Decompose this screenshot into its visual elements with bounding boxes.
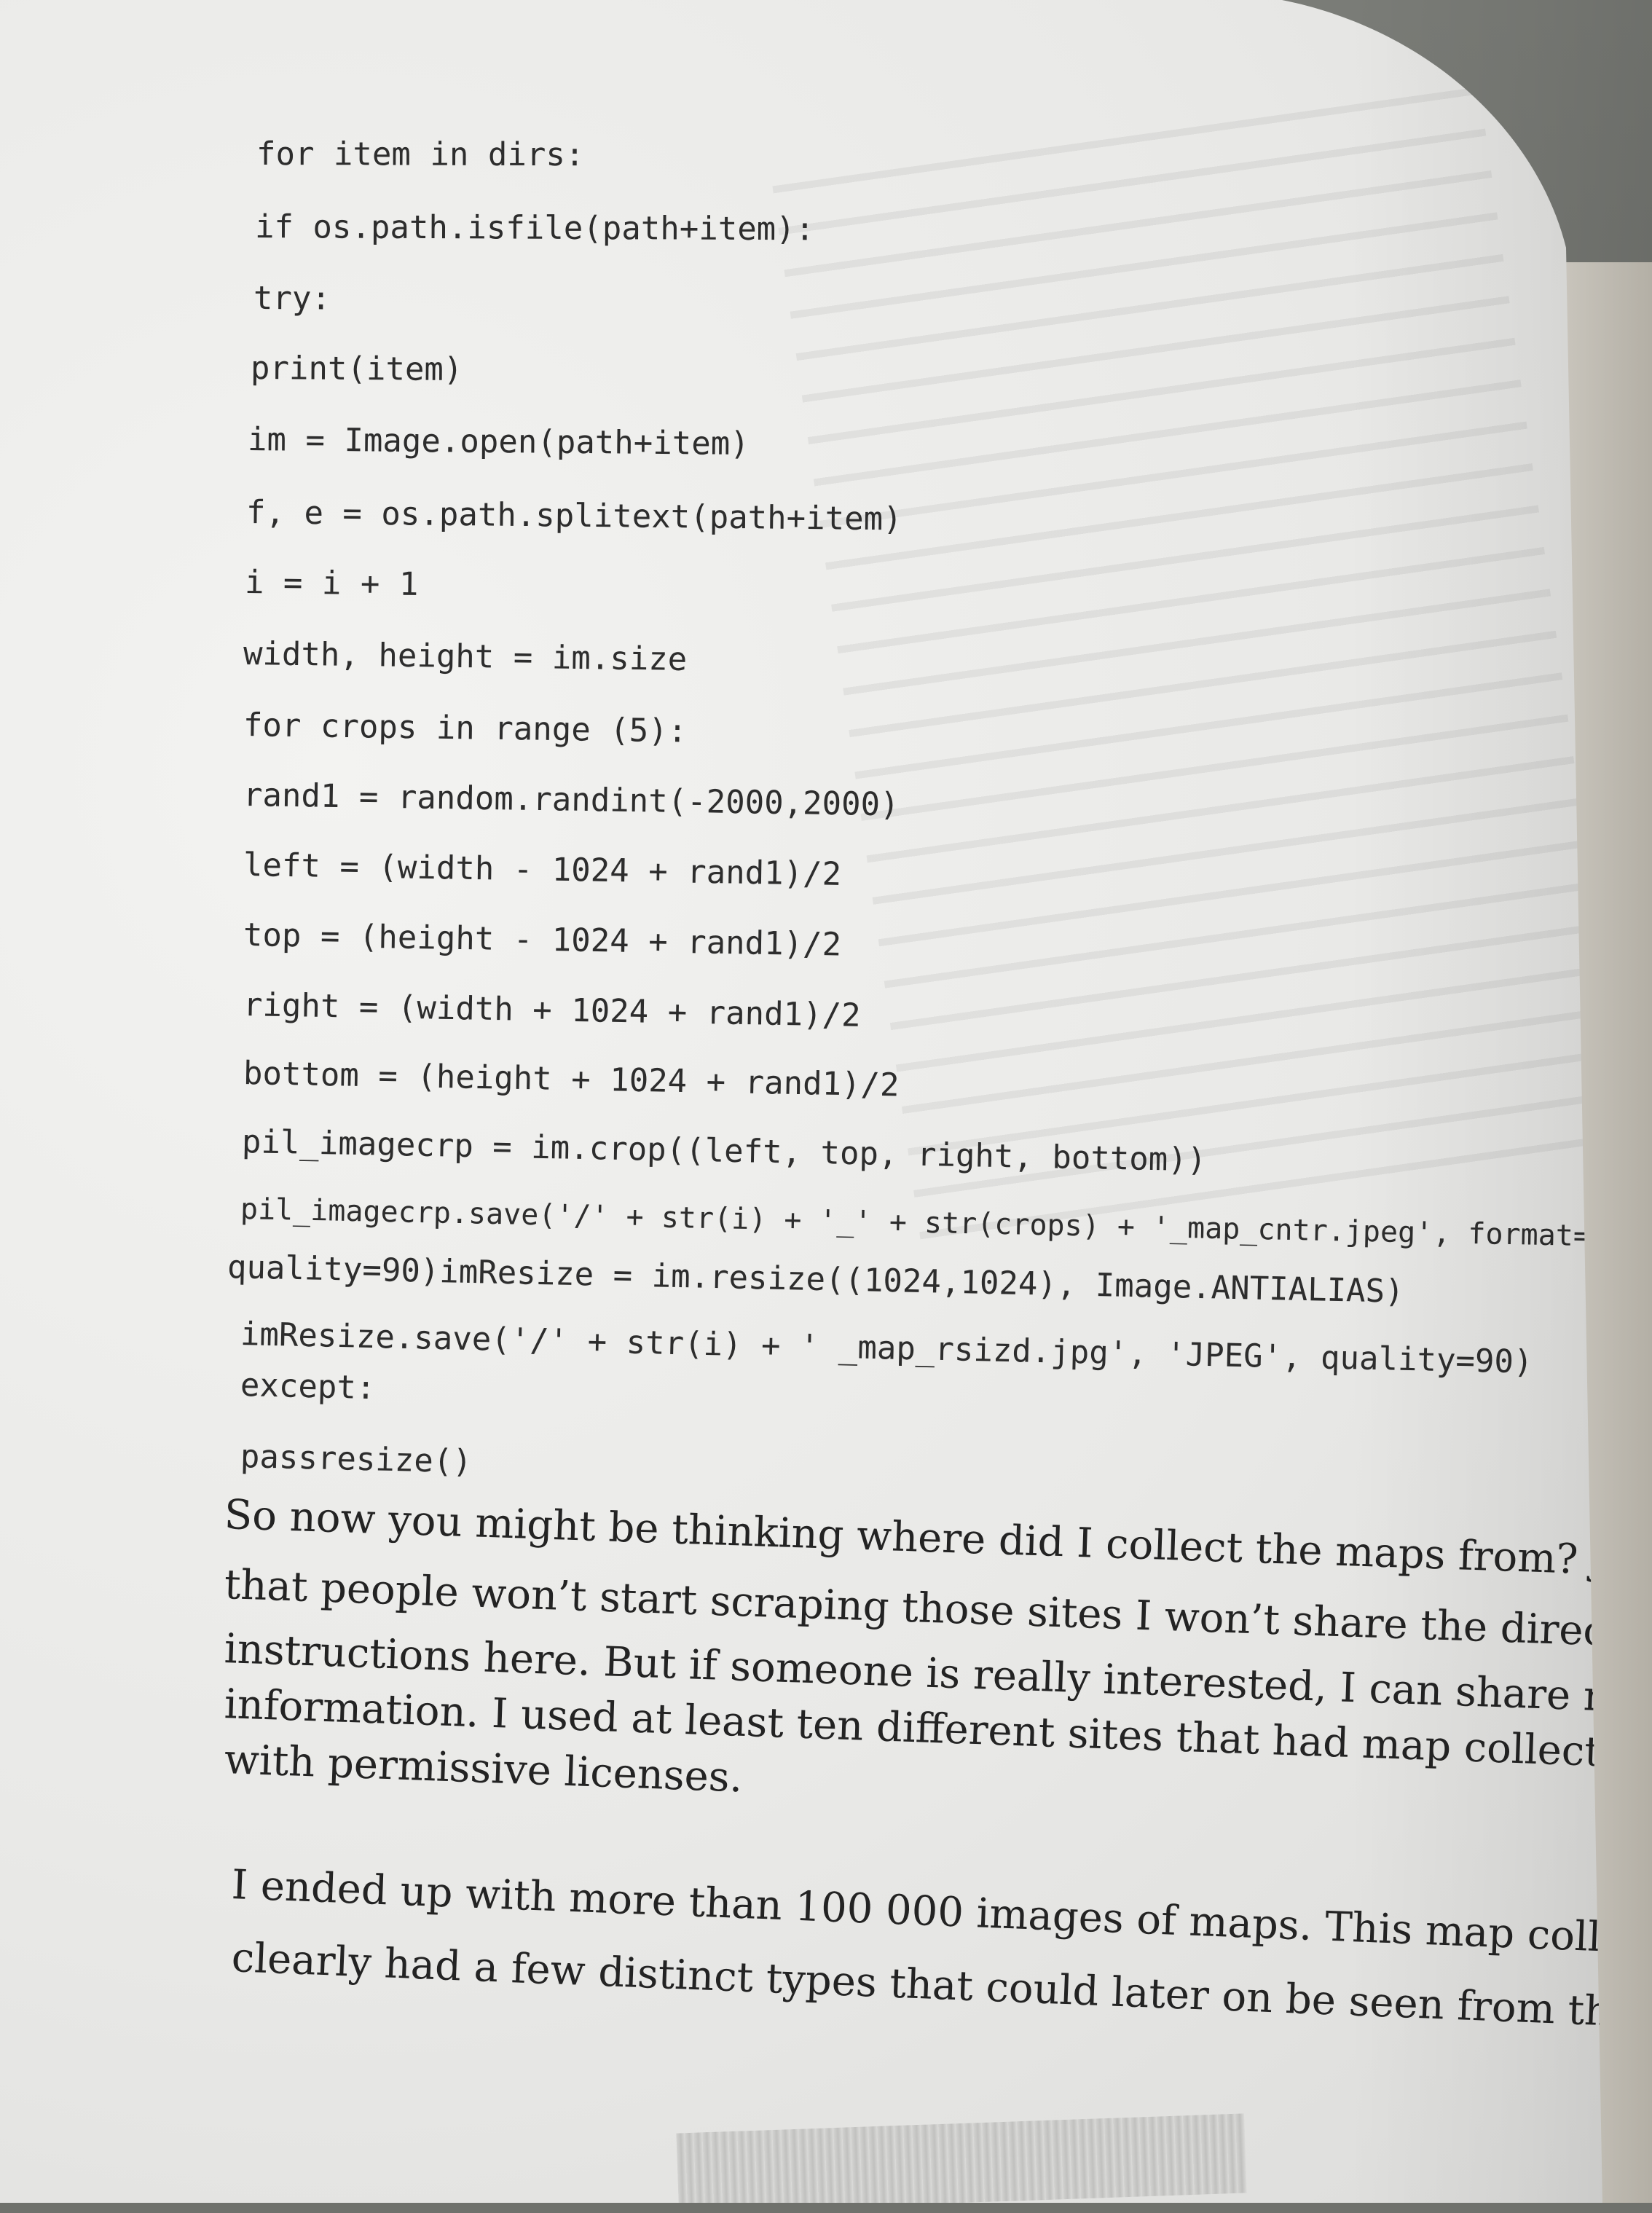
code-line: top = (height - 1024 + rand1)/2	[243, 916, 842, 964]
code-line: print(item)	[250, 350, 463, 389]
code-line: try:	[253, 280, 331, 318]
code-line: pil_imagecrp = im.crop((left, top, right…	[241, 1123, 1207, 1179]
code-line: imResize.save('/' + str(i) + ' _map_rsiz…	[240, 1316, 1534, 1381]
code-line: pil_imagecrp.save('/' + str(i) + '_' + s…	[240, 1192, 1652, 1256]
figure-fragment	[676, 2113, 1246, 2212]
code-line: quality=90)imResize = im.resize((1024,10…	[227, 1249, 1405, 1310]
paragraph-line: with permissive licenses.	[223, 1736, 744, 1802]
code-line: except:	[240, 1367, 376, 1407]
book-page: for item in dirs: if os.path.isfile(path…	[0, 0, 1652, 2203]
code-line: right = (width + 1024 + rand1)/2	[243, 986, 862, 1034]
code-line: bottom = (height + 1024 + rand1)/2	[243, 1055, 900, 1104]
code-line: if os.path.isfile(path+item):	[254, 208, 815, 248]
code-line: i = i + 1	[244, 564, 419, 603]
code-line: for crops in range (5):	[243, 707, 688, 750]
code-line: im = Image.open(path+item)	[247, 421, 750, 463]
code-line: left = (width - 1024 + rand1)/2	[243, 846, 842, 893]
code-line: f, e = os.path.splitext(path+item)	[245, 494, 902, 538]
code-line: rand1 = random.randint(-2000,2000)	[243, 777, 900, 824]
code-line: passresize()	[240, 1438, 473, 1481]
code-line: width, height = im.size	[243, 635, 688, 678]
code-line: for item in dirs:	[256, 135, 585, 174]
show-through-text	[772, 87, 1631, 1268]
